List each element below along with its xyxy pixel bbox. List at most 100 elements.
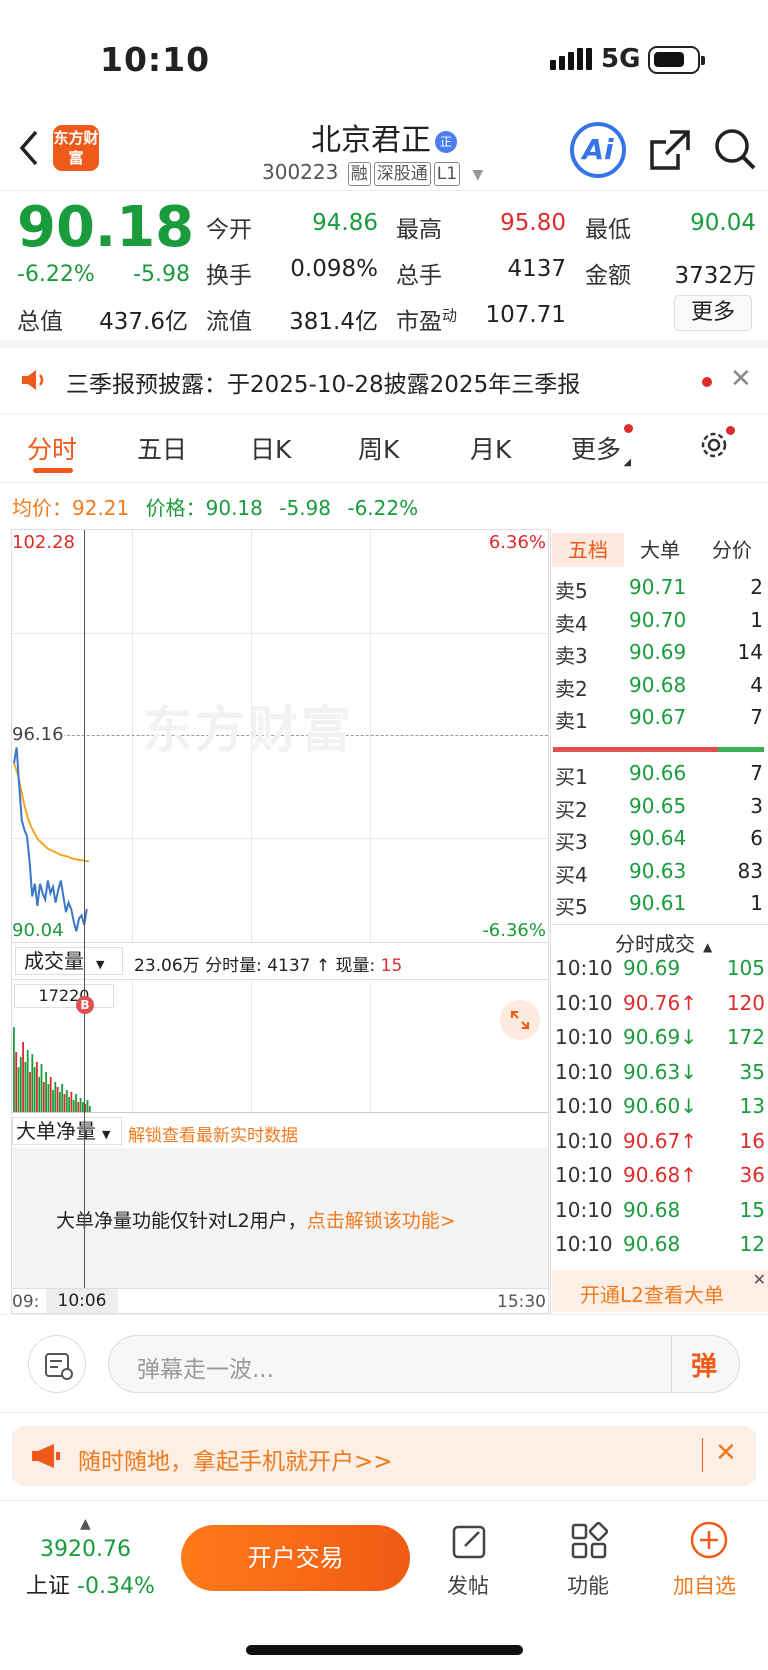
- add-watchlist-button[interactable]: [689, 1520, 729, 1564]
- settings-gear-icon[interactable]: [697, 426, 735, 466]
- tab-price-dist[interactable]: 分价: [696, 533, 768, 567]
- level-price: 90.71: [629, 575, 687, 599]
- current-price: 90.18: [17, 195, 195, 260]
- divider: [702, 1438, 703, 1472]
- grid-icon: [571, 1521, 609, 1559]
- volume-bar: [26, 1050, 29, 1112]
- big-order-select[interactable]: 大单净量 ▼: [12, 1117, 122, 1145]
- bid-row: 买3 90.64 6: [555, 826, 763, 856]
- danmu-send-button[interactable]: 弹: [691, 1346, 717, 1383]
- notice-bar[interactable]: 三季报预披露：于2025-10-28披露2025年三季报 ✕: [0, 347, 768, 413]
- share-icon[interactable]: [648, 128, 692, 176]
- open-account-trade-button[interactable]: 开户交易: [181, 1525, 410, 1591]
- tick-row: 10:10 90.69 105: [555, 956, 765, 986]
- level-volume: 4: [750, 672, 763, 697]
- stock-name: 北京君正: [311, 123, 431, 158]
- level-price: 90.68: [629, 672, 687, 697]
- tab-5day[interactable]: 五日: [137, 430, 187, 466]
- volume-bar: [49, 1077, 52, 1112]
- edit-icon: [452, 1525, 486, 1559]
- level-volume: 83: [737, 858, 763, 883]
- tag-level: L1: [433, 162, 461, 186]
- tick-price: 90.63↓: [623, 1059, 698, 1084]
- tab-five-levels[interactable]: 五档: [552, 533, 624, 567]
- l2-banner[interactable]: 开通L2查看大单 ✕: [552, 1270, 768, 1312]
- unlock-function-link[interactable]: 点击解锁该功能>: [307, 1210, 456, 1232]
- level-volume: 1: [750, 891, 763, 915]
- tab-big-orders[interactable]: 大单: [624, 533, 696, 567]
- amount-value: 3732万: [674, 263, 756, 289]
- danmu-list-icon[interactable]: [28, 1335, 86, 1393]
- tick-volume: 36: [739, 1163, 765, 1187]
- tab-monthk[interactable]: 月K: [470, 430, 511, 466]
- low-value: 90.04: [690, 210, 756, 236]
- divider: [0, 413, 768, 414]
- danmu-placeholder: 弹幕走一波...: [137, 1357, 274, 1383]
- tab-dayk[interactable]: 日K: [250, 430, 291, 466]
- ticks-title[interactable]: 分时成交 ▲: [615, 928, 712, 957]
- volume-indicator-select[interactable]: 成交量 ▼: [15, 947, 123, 975]
- close-icon[interactable]: ✕: [715, 1438, 737, 1468]
- function-label[interactable]: 功能: [567, 1570, 609, 1600]
- speaker-icon: [20, 368, 48, 396]
- volume-bar: [42, 1082, 45, 1112]
- bid-row: 买2 90.65 3: [555, 794, 763, 824]
- divider: [0, 1314, 768, 1315]
- high-value: 95.80: [500, 210, 566, 236]
- expand-icon[interactable]: [500, 1000, 540, 1040]
- volume-bar: [61, 1084, 64, 1112]
- tick-volume: 120: [726, 990, 765, 1015]
- plus-circle-icon: [690, 1521, 728, 1559]
- tick-price: 90.68: [623, 1197, 681, 1222]
- tab-more[interactable]: 更多 ◢: [571, 424, 634, 468]
- volume-bar: [52, 1090, 54, 1112]
- x-start-label: 09:: [12, 1292, 40, 1312]
- volume-max-label: 17220: [14, 984, 114, 1008]
- volume-label: 成交量: [24, 949, 84, 973]
- close-icon[interactable]: ✕: [730, 364, 752, 394]
- level-label: 买1: [555, 765, 588, 789]
- open-account-promo[interactable]: 随时随地，拿起手机就开户>> ✕: [12, 1426, 756, 1486]
- level-price: 90.70: [629, 607, 687, 632]
- ai-button[interactable]: Ai: [570, 122, 626, 178]
- post-button[interactable]: [448, 1522, 492, 1564]
- home-indicator: [246, 1645, 523, 1655]
- chevron-down-icon: ▼: [472, 167, 484, 183]
- divider: [550, 529, 551, 1314]
- high-label: 最高: [396, 217, 442, 243]
- volume-bar: [17, 1067, 20, 1112]
- index-info[interactable]: 上证 -0.34%: [26, 1568, 155, 1600]
- tick-time: 10:10: [555, 1232, 613, 1256]
- tick-time: 10:10: [555, 1094, 613, 1118]
- intraday-chart[interactable]: 东方财富 102.28 96.16 90.04 6.36% -6.36% 成交量…: [11, 529, 549, 1314]
- volume-bar: [29, 1072, 31, 1112]
- avg-price-line-series: [13, 762, 89, 863]
- volume-bar: [68, 1097, 70, 1112]
- crosshair-line: [84, 530, 85, 1288]
- tab-weekk[interactable]: 周K: [358, 430, 399, 466]
- volume-bar: [45, 1072, 47, 1112]
- stock-code-row[interactable]: 300223 融深股通 L1 ▼: [262, 160, 483, 186]
- post-label[interactable]: 发帖: [447, 1570, 489, 1600]
- stock-detail-page: 10:10 5G 东方财富 北京君正正 300223 融深股通 L1 ▼ Ai 9…: [0, 0, 768, 1670]
- volume-bar: [54, 1082, 57, 1112]
- volume-bar: [77, 1102, 80, 1112]
- promo-text: 随时随地，拿起手机就开户>>: [78, 1449, 393, 1475]
- tick-row: 10:10 90.63↓ 35: [555, 1060, 765, 1090]
- close-icon[interactable]: ✕: [753, 1270, 766, 1289]
- tick-price: 90.67↑: [623, 1128, 698, 1153]
- tick-row: 10:10 90.76↑ 120: [555, 991, 765, 1021]
- add-watchlist-label[interactable]: 加自选: [673, 1570, 736, 1600]
- unlock-link[interactable]: 解锁查看最新实时数据: [128, 1121, 298, 1146]
- pe-label-text: 市盈: [396, 309, 442, 335]
- tab-fenshi[interactable]: 分时: [27, 430, 77, 466]
- turnover-label: 换手: [206, 263, 252, 289]
- more-quote-button[interactable]: 更多: [674, 295, 752, 331]
- tab-indicator: [33, 468, 73, 473]
- battery-icon: [648, 46, 705, 74]
- index-value[interactable]: 3920.76: [40, 1537, 131, 1562]
- danmu-input[interactable]: 弹幕走一波... 弹: [108, 1335, 740, 1393]
- function-button[interactable]: [570, 1521, 609, 1564]
- search-icon[interactable]: [712, 126, 758, 176]
- volume-bar: [79, 1098, 82, 1112]
